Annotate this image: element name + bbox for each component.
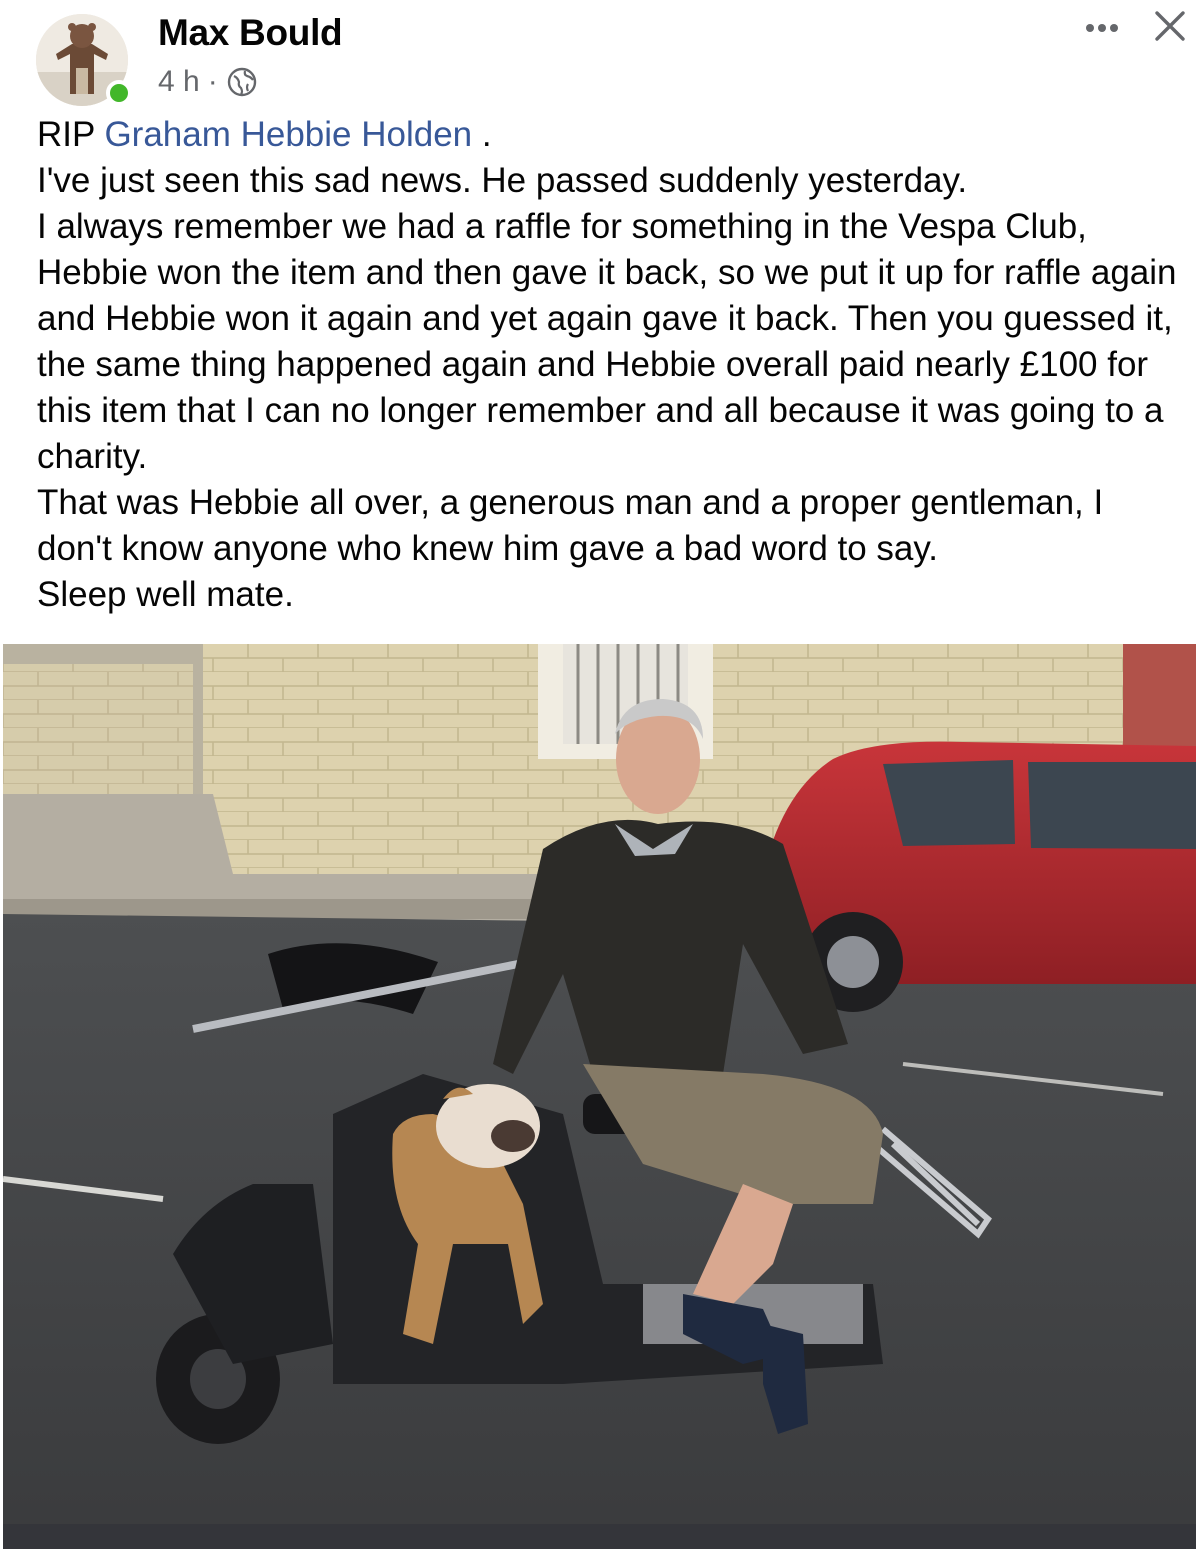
post-time[interactable]: 4 h	[158, 65, 200, 99]
post-meta: 4 h ·	[158, 64, 258, 100]
more-options-button[interactable]	[1082, 10, 1122, 40]
online-status-dot	[106, 80, 132, 106]
avatar[interactable]	[36, 14, 132, 106]
author-name[interactable]: Max Bould	[158, 12, 343, 54]
post-paragraph-generous: That was Hebbie all over, a generous man…	[37, 483, 1104, 568]
globe-icon[interactable]	[226, 66, 258, 98]
post-header: Max Bould 4 h ·	[0, 0, 1196, 110]
mention-link[interactable]: Graham Hebbie Holden	[104, 115, 472, 154]
meta-separator: ·	[207, 65, 218, 98]
close-icon	[1155, 11, 1185, 41]
post-photo[interactable]	[3, 644, 1196, 1549]
rip-suffix: .	[472, 115, 492, 154]
post-line-rip: RIP Graham Hebbie Holden .	[37, 112, 1187, 158]
close-button[interactable]	[1150, 6, 1190, 46]
more-dots-icon	[1086, 24, 1118, 32]
post-line-sleep: Sleep well mate.	[37, 575, 294, 614]
photo-scene	[3, 644, 1196, 1549]
post-line-news: I've just seen this sad news. He passed …	[37, 161, 968, 200]
rip-prefix: RIP	[37, 115, 105, 154]
post-paragraph-raffle: I always remember we had a raffle for so…	[37, 207, 1177, 476]
post-text: RIP Graham Hebbie Holden . I've just see…	[37, 112, 1187, 618]
